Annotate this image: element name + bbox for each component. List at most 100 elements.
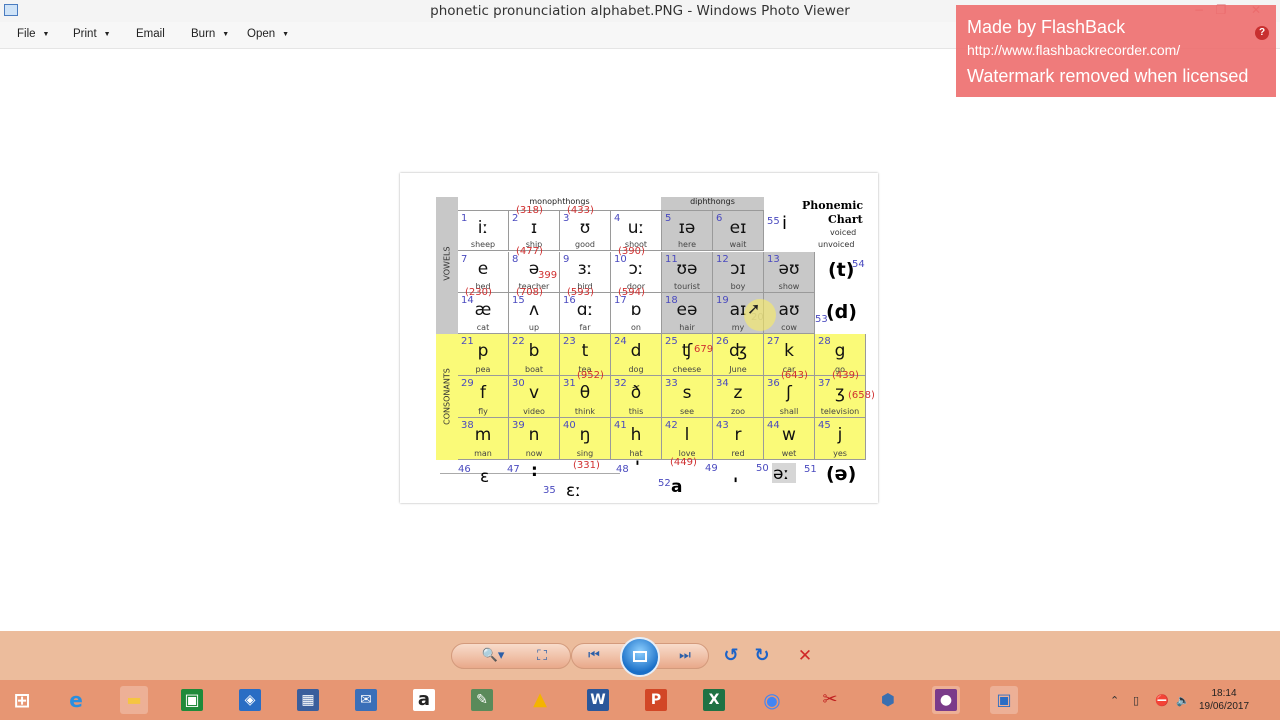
phoneme-symbol: e xyxy=(477,259,489,279)
taskbar-clock[interactable]: 18:14 19/06/2017 xyxy=(1196,687,1252,713)
previous-button[interactable]: ⏮ xyxy=(581,643,607,669)
phoneme-symbol: w xyxy=(782,425,796,445)
tray-network-icon[interactable]: ▯ xyxy=(1133,694,1139,707)
menu-print[interactable]: Print ▼ xyxy=(73,28,111,40)
phoneme-symbol: p xyxy=(477,341,489,361)
consonant-cell: 45 j yes xyxy=(815,418,866,460)
phoneme-symbol: b xyxy=(528,341,540,361)
mail-icon[interactable]: ✉ xyxy=(352,686,380,714)
frequency-count: (477) xyxy=(516,246,543,257)
taskbar: ⊞ e ▬ ▣ ◈ ▦ ✉ a ✎ ▲ W P X ◉ ✂ ⬢ ● ▣ ⌃ ▯ ⛔ 🔈 xyxy=(0,680,1280,720)
watermark-title: Made by FlashBack xyxy=(967,17,1126,37)
rotate-counterclockwise-button[interactable]: ↺ xyxy=(718,643,744,669)
calculator-glyph: ▦ xyxy=(297,689,319,711)
powerpoint-icon[interactable]: P xyxy=(642,686,670,714)
tray-security-icon[interactable]: ⛔ xyxy=(1155,694,1169,707)
phoneme-symbol: ɪ xyxy=(530,218,538,238)
phoneme-symbol: əʊ xyxy=(778,259,800,279)
example-word: now xyxy=(525,449,543,458)
vowel-cell: 12 ɔɪ boy xyxy=(713,252,764,293)
stress-mark: ' xyxy=(733,475,739,495)
legend-voiced: voiced xyxy=(830,228,857,237)
google-drive-glyph: ▲ xyxy=(533,689,547,710)
example-word: show xyxy=(778,282,800,291)
store-icon[interactable]: ▣ xyxy=(178,686,206,714)
symbol-53: (d) xyxy=(826,301,857,323)
phoneme-symbol: r xyxy=(734,425,742,445)
slideshow-button[interactable] xyxy=(620,637,660,677)
example-word: wait xyxy=(729,240,747,249)
number-53: 53 xyxy=(815,314,828,325)
help-icon[interactable]: ? xyxy=(1255,26,1269,40)
delete-button[interactable]: ✕ xyxy=(792,643,818,669)
frequency-count: (708) xyxy=(516,287,543,298)
chart-title-line2: Chart xyxy=(828,213,863,226)
next-button[interactable]: ⏭ xyxy=(672,643,698,669)
tray-people-icon[interactable]: ⌃ xyxy=(1110,694,1119,707)
frequency-count: (593) xyxy=(567,287,594,298)
consonants-label: CONSONANTS xyxy=(442,368,452,425)
frequency-count: (594) xyxy=(618,287,645,298)
frequency-count: (230) xyxy=(465,287,492,298)
example-word: sheep xyxy=(470,240,496,249)
word-icon[interactable]: W xyxy=(584,686,612,714)
clock-time: 18:14 xyxy=(1211,688,1237,699)
rotate-clockwise-button[interactable]: ↻ xyxy=(749,643,775,669)
skype-recorder-icon[interactable]: ● xyxy=(932,686,960,714)
remote-desktop-icon[interactable]: ◈ xyxy=(236,686,264,714)
amazon-icon[interactable]: a xyxy=(410,686,438,714)
mail-glyph: ✉ xyxy=(355,689,377,711)
example-word: boy xyxy=(730,282,746,291)
file-explorer-icon[interactable]: ▬ xyxy=(120,686,148,714)
number-49: 49 xyxy=(705,463,718,474)
frequency-count: (439) xyxy=(832,370,859,381)
symbol-54: (t) xyxy=(828,259,855,281)
excel-glyph: X xyxy=(703,689,725,711)
phoneme-symbol: h xyxy=(630,425,642,445)
internet-explorer-glyph: e xyxy=(69,688,83,712)
displayed-image: monophthongs diphthongs VOWELS CONSONANT… xyxy=(400,173,878,503)
phoneme-symbol: iː xyxy=(477,218,489,238)
frequency-count: (433) xyxy=(567,205,594,216)
consonant-cell: 36 ʃ shall (643) xyxy=(764,370,815,418)
number-55: 55 xyxy=(767,216,780,227)
google-drive-icon[interactable]: ▲ xyxy=(526,686,554,714)
consonant-cell: 22 b boat xyxy=(509,334,560,376)
internet-explorer-icon[interactable]: e xyxy=(62,686,90,714)
chrome-icon[interactable]: ◉ xyxy=(758,686,786,714)
example-word: this xyxy=(628,407,644,416)
amazon-glyph: a xyxy=(413,689,435,711)
zoom-button[interactable]: 🔍▾ xyxy=(475,643,511,669)
evernote-icon[interactable]: ✎ xyxy=(468,686,496,714)
tray-volume-icon[interactable]: 🔈 xyxy=(1176,694,1190,707)
consonant-cell: 32 ð this xyxy=(611,376,662,418)
actual-size-button[interactable]: ⛶ xyxy=(529,643,555,669)
consonant-cell: 42 l love xyxy=(662,418,713,460)
start-icon[interactable]: ⊞ xyxy=(8,686,36,714)
snipping-tool-glyph: ✂ xyxy=(822,689,838,710)
example-word: good xyxy=(575,240,595,249)
phoneme-symbol: ŋ xyxy=(579,425,591,445)
vowels-label: VOWELS xyxy=(442,246,452,281)
powerpoint-glyph: P xyxy=(645,689,667,711)
phoneme-symbol: z xyxy=(733,383,743,403)
snipping-tool-icon[interactable]: ✂ xyxy=(816,686,844,714)
symbol-46: ɛ xyxy=(480,467,490,487)
menu-burn[interactable]: Burn ▼ xyxy=(191,28,229,40)
consonant-cell: 38 m man xyxy=(458,418,509,460)
vowel-cell: 13 əʊ show xyxy=(764,252,815,293)
calculator-icon[interactable]: ▦ xyxy=(294,686,322,714)
photo-viewer-icon[interactable]: ▣ xyxy=(990,686,1018,714)
menu-email[interactable]: Email xyxy=(136,28,165,40)
consonant-cell: 24 d dog xyxy=(611,334,662,376)
menu-file[interactable]: File ▼ xyxy=(17,28,49,40)
frequency-count: 399 xyxy=(538,270,558,281)
example-word: zoo xyxy=(731,407,745,416)
menu-open[interactable]: Open ▼ xyxy=(247,28,289,40)
example-word: think xyxy=(574,407,596,416)
consonant-cell: 37 ʒ television (439) (658) xyxy=(815,370,875,418)
excel-icon[interactable]: X xyxy=(700,686,728,714)
consonant-cell: 26 ʤ June xyxy=(713,334,764,376)
slideshow-icon xyxy=(633,651,647,662)
python-icon[interactable]: ⬢ xyxy=(874,686,902,714)
